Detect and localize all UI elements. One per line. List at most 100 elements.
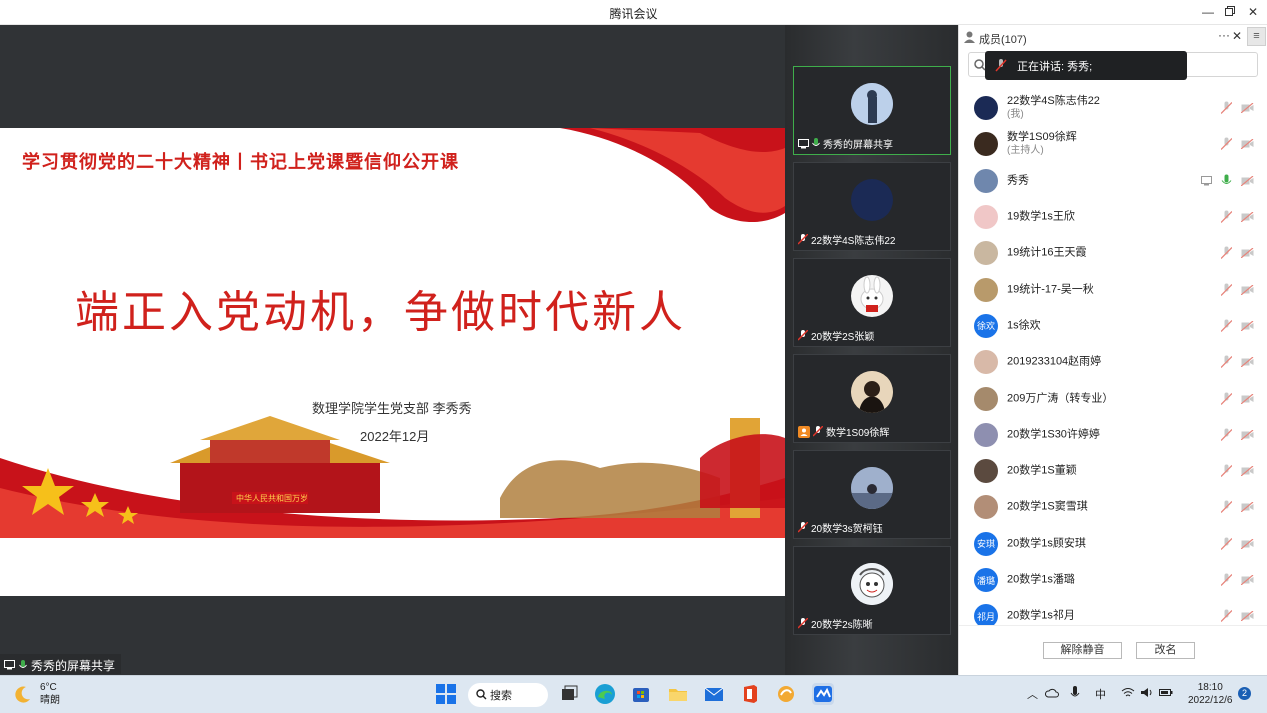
mic-muted-icon[interactable] — [1221, 464, 1232, 478]
restore-button[interactable] — [1221, 4, 1239, 20]
mic-muted-icon — [798, 234, 808, 245]
clock-date: 2022/12/6 — [1188, 695, 1233, 706]
member-name: 20数学1s潘璐 — [1007, 573, 1075, 586]
mic-muted-icon[interactable] — [1221, 428, 1232, 441]
mic-muted-icon[interactable] — [1221, 137, 1232, 151]
member-row[interactable]: 209万广涛（转专业） — [959, 380, 1267, 416]
video-tiles-column[interactable]: 秀秀的屏幕共享 22数学4S陈志伟22 20数学2S张颖 数学1S09徐辉 20… — [785, 25, 958, 675]
camera-off-icon[interactable] — [1241, 575, 1254, 585]
ime-indicator[interactable]: 中 — [1095, 686, 1106, 702]
member-name: 2019233104赵雨婷 — [1007, 355, 1102, 368]
tencent-meeting-icon[interactable] — [812, 683, 834, 705]
mail-icon[interactable] — [703, 683, 725, 705]
rename-button[interactable]: 改名 — [1136, 642, 1195, 659]
office-icon[interactable] — [739, 683, 761, 705]
battery-icon[interactable] — [1159, 687, 1173, 698]
mic-muted-icon — [798, 618, 808, 629]
mic-muted-icon[interactable] — [1221, 319, 1232, 332]
member-row[interactable]: 19数学1s王欣 — [959, 199, 1267, 235]
member-row[interactable]: 安琪 20数学1s顾安琪 — [959, 526, 1267, 562]
mic-muted-icon[interactable] — [1221, 246, 1232, 260]
member-row[interactable]: 20数学1S30许婷婷 — [959, 417, 1267, 453]
mic-muted-icon[interactable] — [1221, 355, 1232, 369]
mic-muted-icon[interactable] — [1221, 210, 1232, 224]
member-name: 19数学1s王欣 — [1007, 210, 1075, 223]
member-row[interactable]: 19统计-17-吴一秋 — [959, 271, 1267, 307]
members-panel-footer: 解除静音 改名 — [959, 625, 1267, 675]
mic-muted-icon[interactable] — [1221, 101, 1232, 115]
task-view-icon[interactable] — [558, 683, 580, 705]
mic-muted-icon[interactable] — [1221, 609, 1232, 623]
cloud-icon[interactable] — [1045, 688, 1059, 698]
mic-muted-icon[interactable] — [1221, 573, 1232, 587]
mic-muted-icon[interactable] — [1221, 283, 1232, 296]
mic-muted-icon[interactable] — [1221, 537, 1232, 550]
video-tile[interactable]: 20数学2s陈晰 — [793, 546, 951, 635]
tiananmen-scenery-icon: 中华人民共和国万岁 — [0, 416, 785, 538]
member-name: 19统计16王天霞 — [1007, 246, 1087, 259]
camera-off-icon[interactable] — [1241, 538, 1254, 549]
edge-browser-icon[interactable] — [594, 683, 616, 705]
camera-off-icon[interactable] — [1241, 429, 1254, 440]
mic-on-icon[interactable] — [1221, 174, 1232, 187]
video-tile[interactable]: 数学1S09徐辉 — [793, 354, 951, 443]
user-icon — [964, 31, 975, 43]
close-window-button[interactable]: ✕ — [1244, 4, 1262, 20]
camera-off-icon[interactable] — [1241, 284, 1254, 295]
camera-off-icon[interactable] — [1241, 320, 1254, 331]
video-tile[interactable]: 20数学3s贺柯钰 — [793, 450, 951, 539]
weather-temp: 6°C — [40, 682, 57, 693]
app-icon[interactable] — [775, 683, 797, 705]
participant-avatar — [851, 563, 893, 605]
unmute-all-button[interactable]: 解除静音 — [1043, 642, 1122, 659]
taskbar-search[interactable]: 搜索 — [468, 683, 548, 707]
members-panel: 成员(107) ··· ✕ ≡ 正在讲话: 秀秀; 22数学4S陈志伟22 (我)… — [958, 25, 1267, 675]
microphone-icon[interactable] — [1070, 686, 1080, 700]
window-titlebar: 腾讯会议 — ✕ — [0, 0, 1267, 25]
restore-icon — [1225, 6, 1235, 16]
video-tile[interactable]: 22数学4S陈志伟22 — [793, 162, 951, 251]
mic-muted-icon[interactable] — [1221, 500, 1232, 514]
camera-off-icon[interactable] — [1241, 466, 1254, 477]
member-avatar — [974, 168, 998, 193]
camera-off-icon[interactable] — [1241, 139, 1254, 150]
video-tile[interactable]: 20数学2S张颖 — [793, 258, 951, 347]
notification-badge[interactable]: 2 — [1238, 687, 1251, 700]
mic-muted-icon[interactable] — [1221, 392, 1232, 405]
file-explorer-icon[interactable] — [667, 683, 689, 705]
member-row[interactable]: 潘璐 20数学1s潘璐 — [959, 562, 1267, 598]
member-row[interactable]: 秀秀 — [959, 163, 1267, 199]
weather-widget[interactable]: 6°C 晴朗 — [14, 681, 60, 707]
camera-off-icon[interactable] — [1241, 357, 1254, 368]
camera-off-icon[interactable] — [1241, 212, 1254, 223]
more-options-icon[interactable]: ··· — [1218, 28, 1230, 42]
camera-off-icon[interactable] — [1241, 103, 1254, 114]
camera-off-icon[interactable] — [1241, 611, 1254, 622]
camera-off-icon[interactable] — [1241, 502, 1254, 513]
camera-off-icon[interactable] — [1241, 175, 1254, 186]
member-avatar — [974, 459, 998, 484]
member-row[interactable]: 数学1S09徐辉 (主持人) — [959, 126, 1267, 162]
tray-overflow-icon[interactable]: ︿ — [1027, 686, 1038, 702]
member-row[interactable]: 2019233104赵雨婷 — [959, 344, 1267, 380]
minimize-button[interactable]: — — [1199, 4, 1217, 20]
video-tile[interactable]: 秀秀的屏幕共享 — [793, 66, 951, 155]
member-row[interactable]: 22数学4S陈志伟22 (我) — [959, 90, 1267, 126]
member-row[interactable]: 徐欢 1s徐欢 — [959, 308, 1267, 344]
screen-share-icon — [798, 138, 809, 148]
camera-off-icon[interactable] — [1241, 393, 1254, 404]
close-panel-icon[interactable]: ✕ — [1232, 29, 1242, 43]
member-row[interactable]: 19统计16王天霞 — [959, 235, 1267, 271]
mic-muted-icon — [798, 522, 808, 533]
store-icon[interactable] — [630, 683, 652, 705]
taskbar-clock[interactable]: 18:10 2022/12/6 — [1188, 681, 1233, 707]
member-row[interactable]: 20数学1S窦雪琪 — [959, 489, 1267, 525]
panel-menu-icon[interactable]: ≡ — [1247, 27, 1266, 46]
member-avatar — [974, 350, 998, 375]
member-row[interactable]: 20数学1S董颖 — [959, 453, 1267, 489]
wifi-icon[interactable] — [1121, 687, 1135, 698]
camera-off-icon[interactable] — [1241, 248, 1254, 259]
volume-icon[interactable] — [1140, 687, 1154, 698]
window-title: 腾讯会议 — [609, 7, 658, 21]
start-button[interactable] — [435, 683, 457, 705]
